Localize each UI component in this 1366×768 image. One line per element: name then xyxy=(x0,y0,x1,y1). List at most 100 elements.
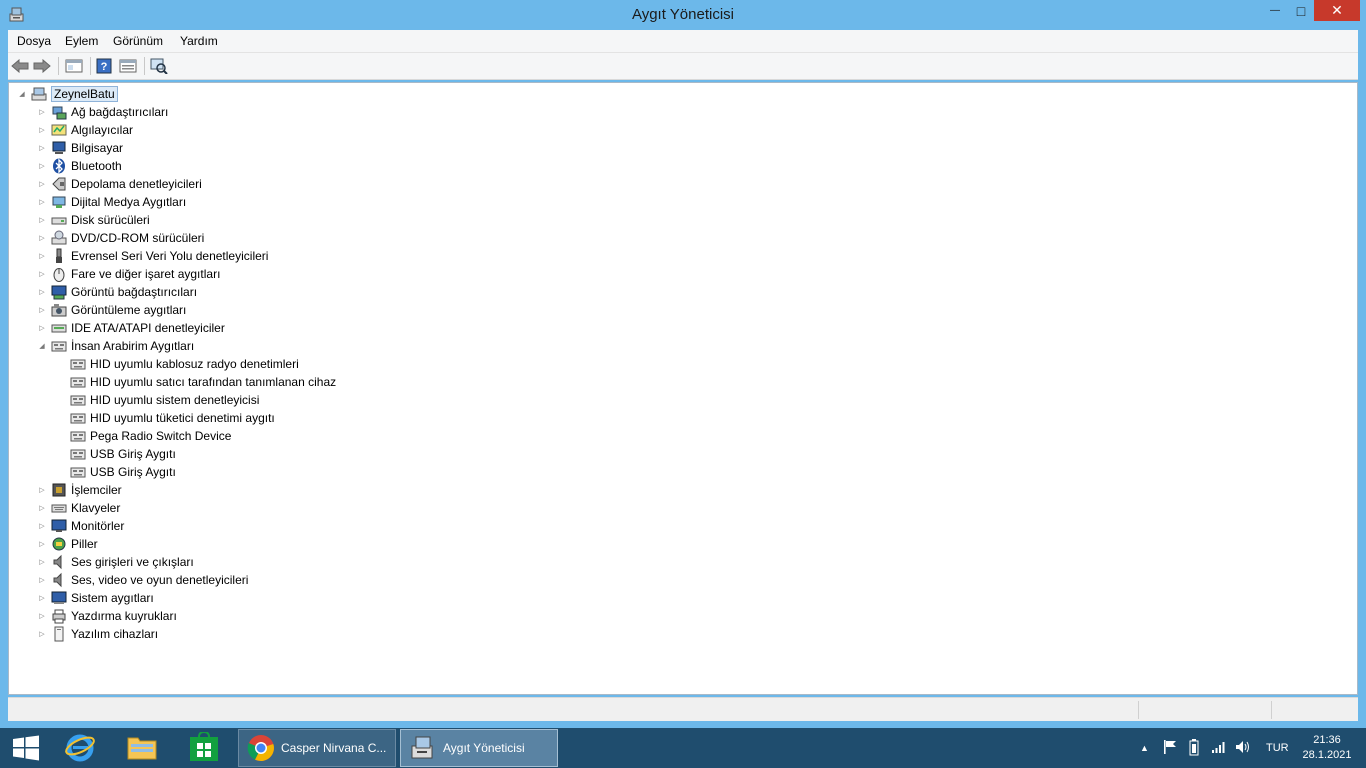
battery-tray[interactable] xyxy=(1187,728,1203,768)
menu-eylem[interactable]: Eylem xyxy=(65,34,98,48)
maximize-button[interactable]: □ xyxy=(1288,0,1314,21)
tree-category[interactable]: ▷ Görüntü bağdaştırıcıları xyxy=(37,283,197,301)
tree-category[interactable]: ▷ Bilgisayar xyxy=(37,139,123,157)
input-language[interactable]: TUR xyxy=(1266,728,1289,768)
expand-arrow-icon[interactable]: ▷ xyxy=(37,211,47,229)
sound-controller-icon xyxy=(51,572,67,588)
network-tray[interactable] xyxy=(1211,728,1227,768)
speaker-icon xyxy=(1235,739,1251,758)
update-driver-icon[interactable] xyxy=(118,57,138,75)
collapse-arrow-icon[interactable]: ◢ xyxy=(17,85,27,103)
menu-dosya[interactable]: Dosya xyxy=(17,34,51,48)
expand-arrow-icon[interactable]: ▷ xyxy=(37,265,47,283)
tree-category[interactable]: ▷ IDE ATA/ATAPI denetleyiciler xyxy=(37,319,225,337)
tree-category[interactable]: ▷ DVD/CD-ROM sürücüleri xyxy=(37,229,204,247)
tree-category-label: Monitörler xyxy=(71,519,125,533)
expand-arrow-icon[interactable]: ▷ xyxy=(37,247,47,265)
tree-category[interactable]: ▷ Yazdırma kuyrukları xyxy=(37,607,177,625)
tree-category[interactable]: ▷ Piller xyxy=(37,535,97,553)
volume-tray[interactable] xyxy=(1235,728,1251,768)
expand-arrow-icon[interactable]: ▷ xyxy=(37,301,47,319)
tree-root[interactable]: ◢ ZeynelBatu xyxy=(17,85,118,103)
tree-category[interactable]: ▷ İşlemciler xyxy=(37,481,121,499)
taskbar-task-chrome[interactable]: Casper Nirvana C... xyxy=(238,729,396,767)
tree-category[interactable]: ▷ Ses girişleri ve çıkışları xyxy=(37,553,194,571)
internet-explorer-pin[interactable] xyxy=(58,728,102,768)
close-button[interactable]: ✕ xyxy=(1314,0,1360,21)
imaging-device-icon xyxy=(51,302,67,318)
tree-category[interactable]: ▷ Algılayıcılar xyxy=(37,121,133,139)
expand-arrow-icon[interactable]: ▷ xyxy=(37,319,47,337)
tree-device[interactable]: Pega Radio Switch Device xyxy=(70,427,231,445)
expand-arrow-icon[interactable]: ▷ xyxy=(37,103,47,121)
expand-arrow-icon[interactable]: ▷ xyxy=(37,229,47,247)
tree-category[interactable]: ▷ Disk sürücüleri xyxy=(37,211,149,229)
collapse-arrow-icon[interactable]: ◢ xyxy=(37,337,47,355)
expand-arrow-icon[interactable]: ▷ xyxy=(37,481,47,499)
expand-arrow-icon[interactable]: ▷ xyxy=(37,553,47,571)
device-tree[interactable]: ◢ ZeynelBatu ▷ Ağ bağdaştırıcıları ▷ Algıla… xyxy=(8,82,1358,695)
tree-category-label: Bluetooth xyxy=(71,159,122,173)
tree-category-label: Görüntü bağdaştırıcıları xyxy=(71,285,198,299)
back-arrow-icon[interactable] xyxy=(10,57,30,75)
tree-device[interactable]: USB Giriş Aygıtı xyxy=(70,445,176,463)
start-button[interactable] xyxy=(4,728,48,768)
tree-category[interactable]: ▷ Klavyeler xyxy=(37,499,120,517)
tree-category[interactable]: ▷ Dijital Medya Aygıtları xyxy=(37,193,186,211)
action-center-flag[interactable] xyxy=(1162,728,1178,768)
forward-arrow-icon[interactable] xyxy=(32,57,52,75)
computer-icon xyxy=(51,140,67,156)
expand-arrow-icon[interactable]: ▷ xyxy=(37,139,47,157)
expand-arrow-icon[interactable]: ▷ xyxy=(37,589,47,607)
minimize-button[interactable]: — xyxy=(1262,0,1288,21)
tree-category-label: İnsan Arabirim Aygıtları xyxy=(71,339,195,353)
properties-panel-icon[interactable] xyxy=(64,57,84,75)
clock-time: 21:36 xyxy=(1313,734,1341,746)
expand-arrow-icon[interactable]: ▷ xyxy=(37,535,47,553)
toolbar: ? xyxy=(8,53,1358,80)
tree-category[interactable]: ▷ Evrensel Seri Veri Yolu denetleyicileri xyxy=(37,247,268,265)
menu-yardim[interactable]: Yardım xyxy=(180,34,218,48)
tree-device[interactable]: HID uyumlu kablosuz radyo denetimleri xyxy=(70,355,299,373)
tree-category[interactable]: ▷ Bluetooth xyxy=(37,157,122,175)
show-hidden-icons-button[interactable]: ▲ xyxy=(1140,728,1149,768)
expand-arrow-icon[interactable]: ▷ xyxy=(37,499,47,517)
title-bar[interactable]: Aygıt Yöneticisi — □ ✕ xyxy=(0,0,1366,30)
tree-category[interactable]: ▷ Fare ve diğer işaret aygıtları xyxy=(37,265,220,283)
tree-category[interactable]: ▷ Sistem aygıtları xyxy=(37,589,153,607)
expand-arrow-icon[interactable]: ▷ xyxy=(37,571,47,589)
tree-category[interactable]: ▷ Ağ bağdaştırıcıları xyxy=(37,103,168,121)
expand-arrow-icon[interactable]: ▷ xyxy=(37,157,47,175)
taskbar-task-device-manager[interactable]: Aygıt Yöneticisi xyxy=(400,729,558,767)
expand-arrow-icon[interactable]: ▷ xyxy=(37,121,47,139)
disk-drive-icon xyxy=(51,212,67,228)
store-pin[interactable] xyxy=(182,728,226,768)
expand-arrow-icon[interactable]: ▷ xyxy=(37,607,47,625)
scan-hardware-icon[interactable] xyxy=(149,57,169,75)
tree-category-label: Ağ bağdaştırıcıları xyxy=(71,105,169,119)
tree-category[interactable]: ▷ Görüntüleme aygıtları xyxy=(37,301,186,319)
tree-category[interactable]: ▷ Monitörler xyxy=(37,517,124,535)
bluetooth-icon xyxy=(51,158,67,174)
tree-device[interactable]: HID uyumlu sistem denetleyicisi xyxy=(70,391,259,409)
clock-date: 28.1.2021 xyxy=(1302,749,1352,761)
tree-category[interactable]: ◢ İnsan Arabirim Aygıtları xyxy=(37,337,194,355)
tree-device[interactable]: HID uyumlu tüketici denetimi aygıtı xyxy=(70,409,275,427)
expand-arrow-icon[interactable]: ▷ xyxy=(37,283,47,301)
hid-icon xyxy=(51,338,67,354)
tree-device[interactable]: USB Giriş Aygıtı xyxy=(70,463,176,481)
file-explorer-pin[interactable] xyxy=(120,728,164,768)
help-icon[interactable]: ? xyxy=(94,57,114,75)
tree-device-label: HID uyumlu sistem denetleyicisi xyxy=(90,393,260,407)
window-title: Aygıt Yöneticisi xyxy=(631,6,734,23)
expand-arrow-icon[interactable]: ▷ xyxy=(37,193,47,211)
tree-device[interactable]: HID uyumlu satıcı tarafından tanımlanan … xyxy=(70,373,336,391)
expand-arrow-icon[interactable]: ▷ xyxy=(37,625,47,643)
clock[interactable]: 21:36 28.1.2021 xyxy=(1292,733,1362,763)
tree-category[interactable]: ▷ Depolama denetleyicileri xyxy=(37,175,201,193)
menu-gorunum[interactable]: Görünüm xyxy=(113,34,163,48)
expand-arrow-icon[interactable]: ▷ xyxy=(37,175,47,193)
tree-category[interactable]: ▷ Yazılım cihazları xyxy=(37,625,158,643)
tree-category[interactable]: ▷ Ses, video ve oyun denetleyicileri xyxy=(37,571,248,589)
expand-arrow-icon[interactable]: ▷ xyxy=(37,517,47,535)
